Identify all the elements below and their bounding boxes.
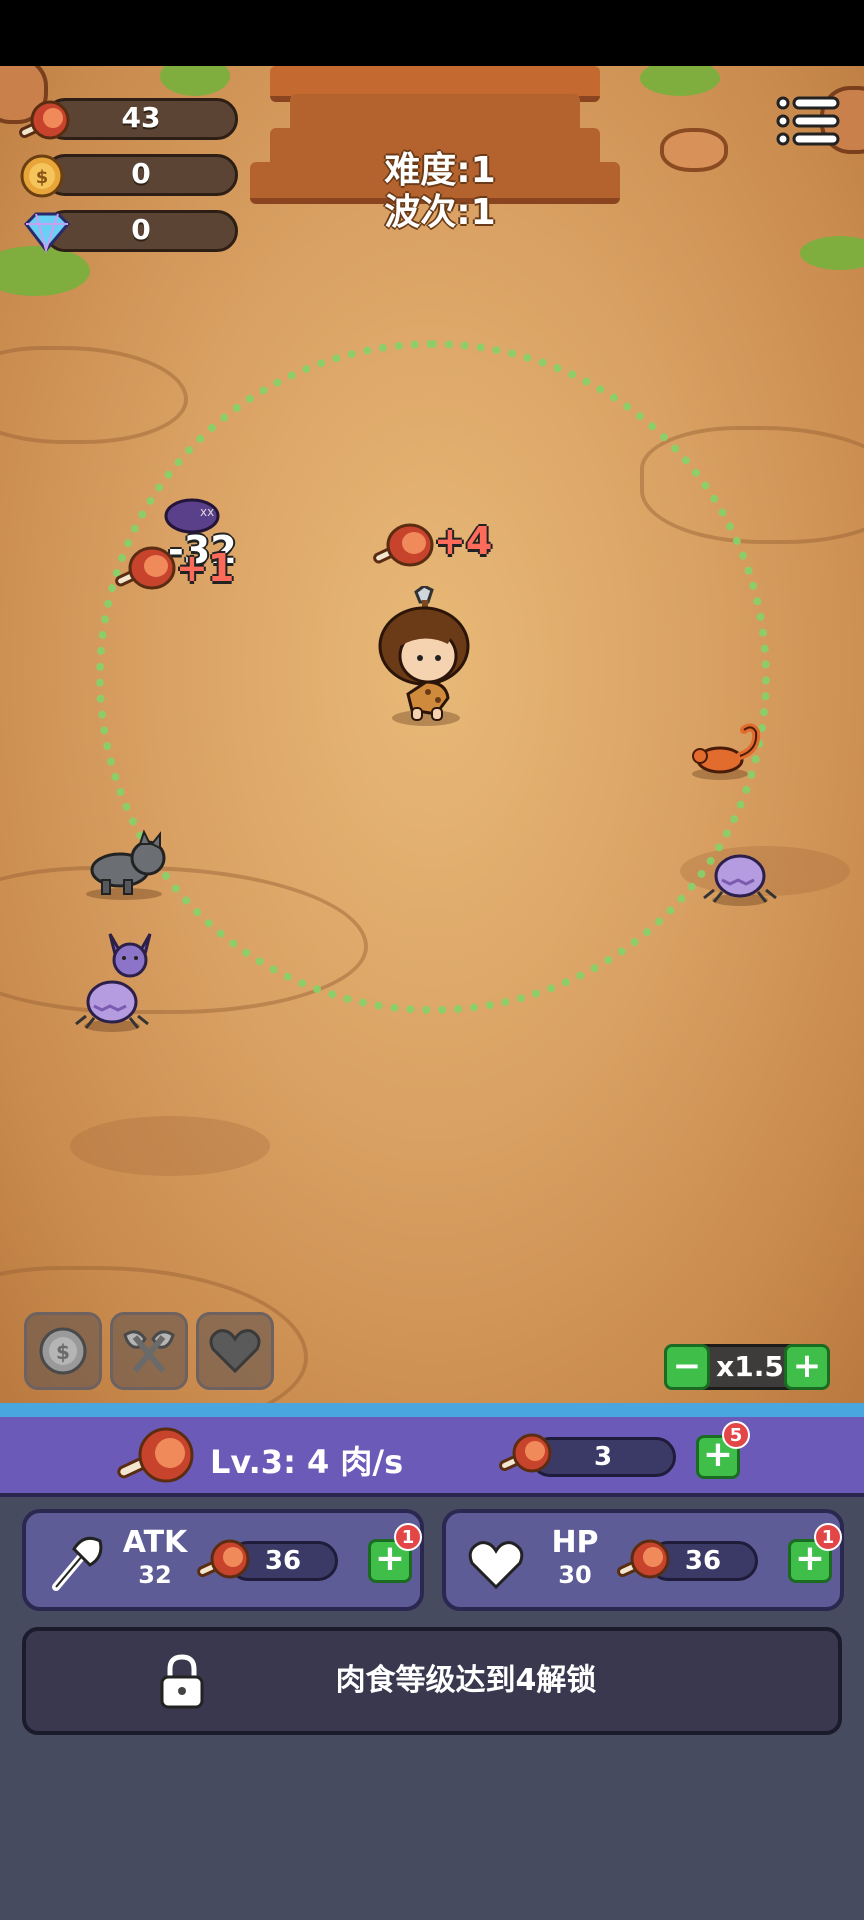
ground-patch [70, 1116, 270, 1176]
locked-upgrade-card[interactable]: 肉食等级达到4解锁 [22, 1627, 842, 1735]
atk-upgrade-badge: 1 [394, 1523, 422, 1551]
panel-top-stripe [0, 1403, 864, 1417]
atk-value: 32 [138, 1561, 172, 1589]
wolf-enemy [86, 829, 166, 900]
atk-label: ATK [122, 1525, 188, 1560]
difficulty-label: 难度:1 [384, 150, 496, 191]
caveman-player [378, 586, 470, 726]
meat-icon [499, 1433, 552, 1473]
speed-value: x1.5 [716, 1350, 784, 1383]
meat-counter: 43 [18, 94, 238, 140]
wave-info: 难度:1 波次:1 [360, 150, 520, 234]
hp-upgrade-card: HP 30 36 + 1 [442, 1509, 844, 1611]
wave-label: 波次:1 [384, 192, 496, 233]
gem-counter: 0 [18, 206, 238, 254]
meat-icon [115, 546, 176, 590]
meat-icon [197, 1539, 250, 1579]
battle-arena[interactable]: +4 -32 +1 xx 43 $ 0 0 难度:1 波次:1 $ − x1.5… [0, 66, 864, 1403]
coin-counter: $ 0 [18, 150, 238, 198]
meat-gain-text: +1 [176, 546, 235, 590]
scorpion-enemy [692, 723, 761, 780]
double-axe-icon [123, 1330, 175, 1373]
spider-enemy [703, 854, 777, 906]
lock-icon [160, 1654, 204, 1709]
game-speed-control: − x1.5 + [664, 1344, 830, 1390]
svg-text:$: $ [56, 1340, 70, 1364]
meat-production-bar: Lv.3: 4 肉/s 3 + 5 [0, 1417, 864, 1497]
hp-value: 30 [558, 1561, 592, 1589]
hp-upgrade-cost-value: 36 [684, 1546, 722, 1576]
coin-skill-button[interactable]: $ [24, 1312, 102, 1390]
hp-upgrade-badge: 1 [814, 1523, 842, 1551]
hp-label: HP [551, 1525, 599, 1560]
svg-text:xx: xx [200, 505, 214, 519]
spider-enemy [75, 980, 149, 1032]
heart-icon [468, 1541, 524, 1590]
ground-crack [0, 346, 188, 444]
locked-upgrade-text: 肉食等级达到4解锁 [335, 1663, 597, 1698]
meat-count: 43 [121, 101, 161, 134]
gem-count: 0 [131, 213, 151, 246]
status-bar [0, 0, 864, 66]
speed-decrease-button[interactable]: − [664, 1344, 710, 1390]
meat-upgrade-badge: 5 [722, 1421, 750, 1449]
bush [800, 236, 864, 270]
speed-increase-button[interactable]: + [784, 1344, 830, 1390]
atk-upgrade-cost-value: 36 [264, 1546, 302, 1576]
atk-upgrade-card: ATK 32 36 + 1 [22, 1509, 424, 1611]
defeated-bug-enemy: xx [164, 498, 220, 534]
heart-skill-button[interactable] [196, 1312, 274, 1390]
game-screen: +4 -32 +1 xx 43 $ 0 0 难度:1 波次:1 $ − x1.5… [0, 0, 864, 1920]
meat-icon [117, 1427, 194, 1483]
meat-gain-text: +4 [434, 519, 493, 563]
coin-icon: $ [39, 1327, 87, 1375]
meat-level-label: Lv.3: 4 肉/s [210, 1443, 404, 1481]
menu-list-icon[interactable] [776, 92, 840, 150]
coin-count: 0 [131, 157, 151, 190]
upgrade-panel: Lv.3: 4 肉/s 3 + 5 ATK 32 36 + 1 HP 30 36… [0, 1403, 864, 1920]
meat-icon [373, 523, 434, 567]
rock [660, 128, 728, 172]
axe-icon [52, 1536, 103, 1591]
axe-skill-button[interactable] [110, 1312, 188, 1390]
meat-icon [617, 1539, 670, 1579]
heart-icon [209, 1329, 261, 1374]
meat-upgrade-cost-value: 3 [593, 1442, 613, 1472]
